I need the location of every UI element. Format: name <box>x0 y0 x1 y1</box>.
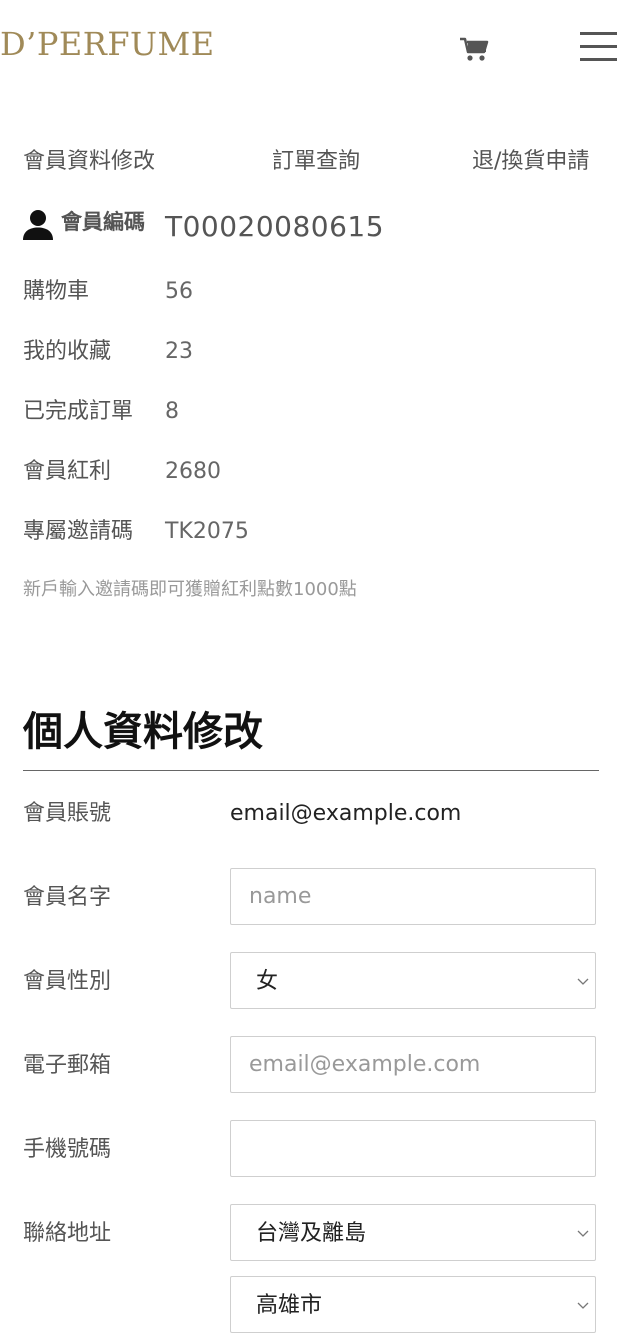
stat-value-completed-orders: 8 <box>165 399 179 424</box>
stat-value-favorites: 23 <box>165 339 193 364</box>
phone-field[interactable] <box>230 1120 596 1177</box>
gender-select[interactable]: 女 <box>230 952 596 1009</box>
stat-label-cart: 購物車 <box>23 279 90 304</box>
phone-label: 手機號碼 <box>23 1137 112 1162</box>
tab-order-inquiry[interactable]: 訂單查詢 <box>272 148 360 176</box>
member-id-label: 會員編碼 <box>61 210 145 234</box>
brand-logo[interactable]: D’PERFUME <box>0 22 215 66</box>
tab-return-exchange[interactable]: 退/換貨申請 <box>472 148 589 176</box>
stat-label-completed-orders: 已完成訂單 <box>23 399 134 424</box>
stat-label-bonus: 會員紅利 <box>23 459 112 484</box>
user-icon <box>23 210 53 240</box>
section-divider <box>23 770 599 771</box>
email-input[interactable] <box>231 1037 595 1092</box>
chevron-down-icon <box>577 1302 589 1309</box>
city-selected-value: 高雄市 <box>256 1293 323 1318</box>
chevron-down-icon <box>577 1230 589 1237</box>
chevron-down-icon <box>577 978 589 985</box>
hamburger-menu-icon[interactable] <box>580 32 617 62</box>
region-select[interactable]: 台灣及離島 <box>230 1204 596 1261</box>
cart-icon[interactable] <box>459 36 489 64</box>
stat-label-favorites: 我的收藏 <box>23 339 112 364</box>
account-value: email@example.com <box>230 801 462 826</box>
address-label: 聯絡地址 <box>23 1221 112 1246</box>
gender-label: 會員性別 <box>23 969 112 994</box>
stat-value-bonus: 2680 <box>165 459 221 484</box>
name-field[interactable] <box>230 868 596 925</box>
stat-label-invite-code: 專屬邀請碼 <box>23 519 134 544</box>
email-label: 電子郵箱 <box>23 1053 112 1078</box>
name-input[interactable] <box>231 869 595 924</box>
email-field[interactable] <box>230 1036 596 1093</box>
city-select[interactable]: 高雄市 <box>230 1276 596 1333</box>
stat-value-cart: 56 <box>165 279 193 304</box>
phone-input[interactable] <box>231 1121 595 1176</box>
stat-value-invite-code: TK2075 <box>165 519 249 544</box>
account-label: 會員賬號 <box>23 801 112 826</box>
invite-note: 新戶輸入邀請碼即可獲贈紅利點數1000點 <box>23 579 357 600</box>
section-title: 個人資料修改 <box>23 709 263 755</box>
gender-selected-value: 女 <box>256 969 279 994</box>
member-id-value: T00020080615 <box>165 210 385 243</box>
name-label: 會員名字 <box>23 885 112 910</box>
tab-profile-edit[interactable]: 會員資料修改 <box>23 148 155 176</box>
region-selected-value: 台灣及離島 <box>256 1221 367 1246</box>
